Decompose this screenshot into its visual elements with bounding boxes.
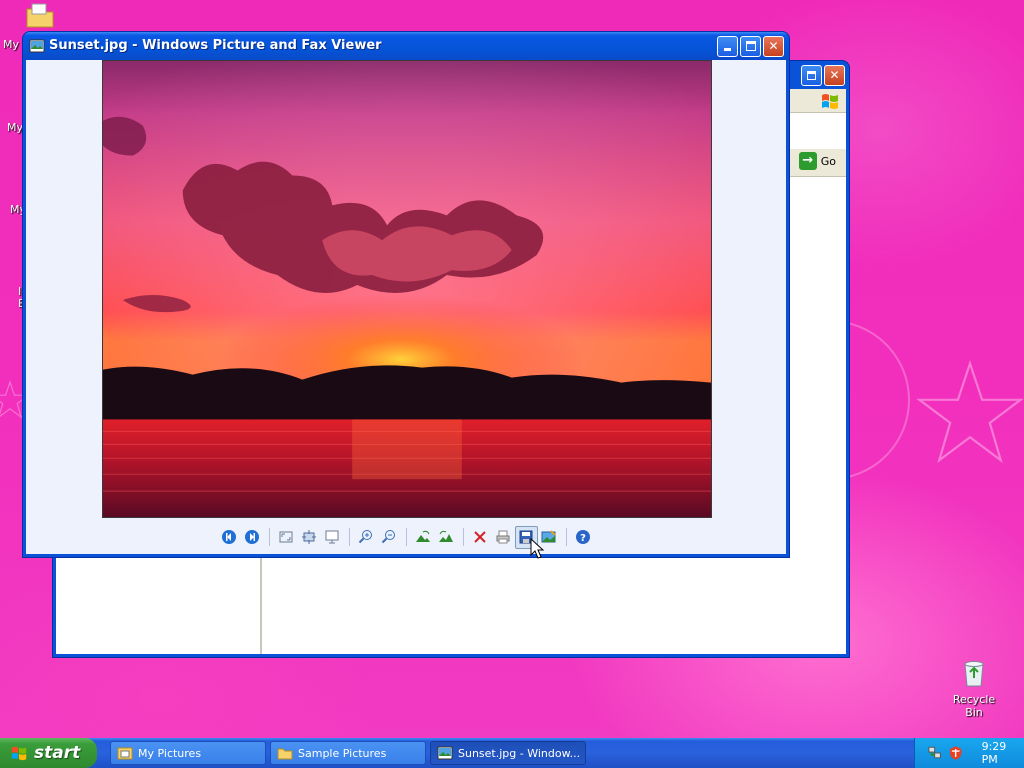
- start-label: start: [34, 743, 81, 763]
- windows-logo-icon: [822, 94, 838, 109]
- taskbar: start My Pictures Sample Pictures Sunset…: [0, 738, 1024, 768]
- security-shield-icon[interactable]: [948, 745, 963, 761]
- desktop-icon-label: My: [7, 121, 24, 134]
- sunset-photo: [102, 60, 712, 518]
- rotate-clockwise-button[interactable]: [412, 526, 435, 549]
- maximize-icon: [807, 71, 816, 80]
- recycle-bin-icon: [964, 661, 984, 687]
- desktop-icon-recycle-bin[interactable]: Recycle Bin: [944, 656, 1004, 719]
- window-title: Sunset.jpg - Windows Picture and Fax Vie…: [49, 38, 382, 53]
- viewer-title-buttons: ✕: [717, 36, 784, 57]
- toolbar-separator: [348, 528, 350, 546]
- go-button[interactable]: → Go: [798, 152, 836, 170]
- camera-folder-icon: [117, 747, 133, 760]
- toolbar-separator: [268, 528, 270, 546]
- delete-icon: [474, 531, 486, 543]
- print-icon: [496, 530, 510, 544]
- toolbar-separator: [462, 528, 464, 546]
- previous-image-button[interactable]: [218, 526, 241, 549]
- minimize-icon: [724, 48, 731, 51]
- taskbar-item-sunset-viewer[interactable]: Sunset.jpg - Window...: [430, 741, 586, 765]
- close-icon: ✕: [768, 39, 779, 53]
- previous-image-icon: [222, 530, 236, 544]
- folder-icon: [277, 748, 293, 760]
- picture-viewer-window[interactable]: Sunset.jpg - Windows Picture and Fax Vie…: [22, 31, 790, 558]
- viewer-titlebar[interactable]: Sunset.jpg - Windows Picture and Fax Vie…: [23, 32, 789, 60]
- go-label: Go: [820, 154, 836, 168]
- rotate-counterclockwise-button[interactable]: [435, 526, 458, 549]
- windows-flag-icon: [11, 746, 27, 761]
- best-fit-button[interactable]: [275, 526, 298, 549]
- toolbar-separator: [405, 528, 407, 546]
- next-image-icon: [245, 530, 259, 544]
- taskbar-item-my-pictures[interactable]: My Pictures: [110, 741, 266, 765]
- explorer-title-buttons: ✕: [801, 65, 845, 86]
- rotate-clockwise-icon: [416, 530, 430, 542]
- slideshow-button[interactable]: [321, 526, 344, 549]
- start-button[interactable]: start: [0, 738, 97, 768]
- taskbar-clock[interactable]: 9:29 PM: [982, 740, 1024, 766]
- actual-size-button[interactable]: [298, 526, 321, 549]
- taskbar-item-label: Sample Pictures: [298, 746, 387, 760]
- wallpaper-star: [916, 360, 1024, 464]
- close-icon: ✕: [829, 68, 840, 82]
- picture-viewer-app-icon: [29, 39, 45, 53]
- explorer-maximize-button[interactable]: [801, 65, 822, 86]
- minimize-button[interactable]: [717, 36, 738, 57]
- best-fit-icon: [279, 531, 293, 543]
- taskbar-item-label: Sunset.jpg - Window...: [458, 746, 581, 760]
- close-button[interactable]: ✕: [763, 36, 784, 57]
- viewer-toolbar: ?: [26, 522, 786, 552]
- rotate-counterclockwise-icon: [439, 530, 453, 542]
- help-icon: ?: [576, 530, 590, 544]
- zoom-out-button[interactable]: [378, 526, 401, 549]
- taskbar-item-label: My Pictures: [138, 746, 202, 760]
- zoom-out-icon: [381, 530, 395, 544]
- explorer-close-button[interactable]: ✕: [824, 65, 845, 86]
- folder-icon: [26, 3, 54, 28]
- zoom-in-button[interactable]: [355, 526, 378, 549]
- system-tray: 9:29 PM: [914, 738, 1024, 768]
- maximize-button[interactable]: [740, 36, 761, 57]
- taskbar-item-sample-pictures[interactable]: Sample Pictures: [270, 741, 426, 765]
- slideshow-icon: [325, 530, 339, 544]
- recycle-bin-label: Recycle Bin: [952, 693, 996, 719]
- maximize-icon: [745, 41, 756, 51]
- delete-button[interactable]: [469, 526, 492, 549]
- go-arrow-icon: →: [798, 152, 817, 170]
- network-icon[interactable]: [927, 745, 942, 761]
- mouse-cursor-icon: [530, 538, 544, 559]
- help-button[interactable]: ?: [572, 526, 595, 549]
- viewer-client-area: ?: [26, 60, 786, 554]
- toolbar-separator: [565, 528, 567, 546]
- next-image-button[interactable]: [241, 526, 264, 549]
- picture-viewer-app-icon: [437, 746, 453, 760]
- actual-size-icon: [302, 530, 316, 544]
- svg-text:?: ?: [580, 533, 586, 544]
- zoom-in-icon: [358, 530, 372, 544]
- print-button[interactable]: [492, 526, 515, 549]
